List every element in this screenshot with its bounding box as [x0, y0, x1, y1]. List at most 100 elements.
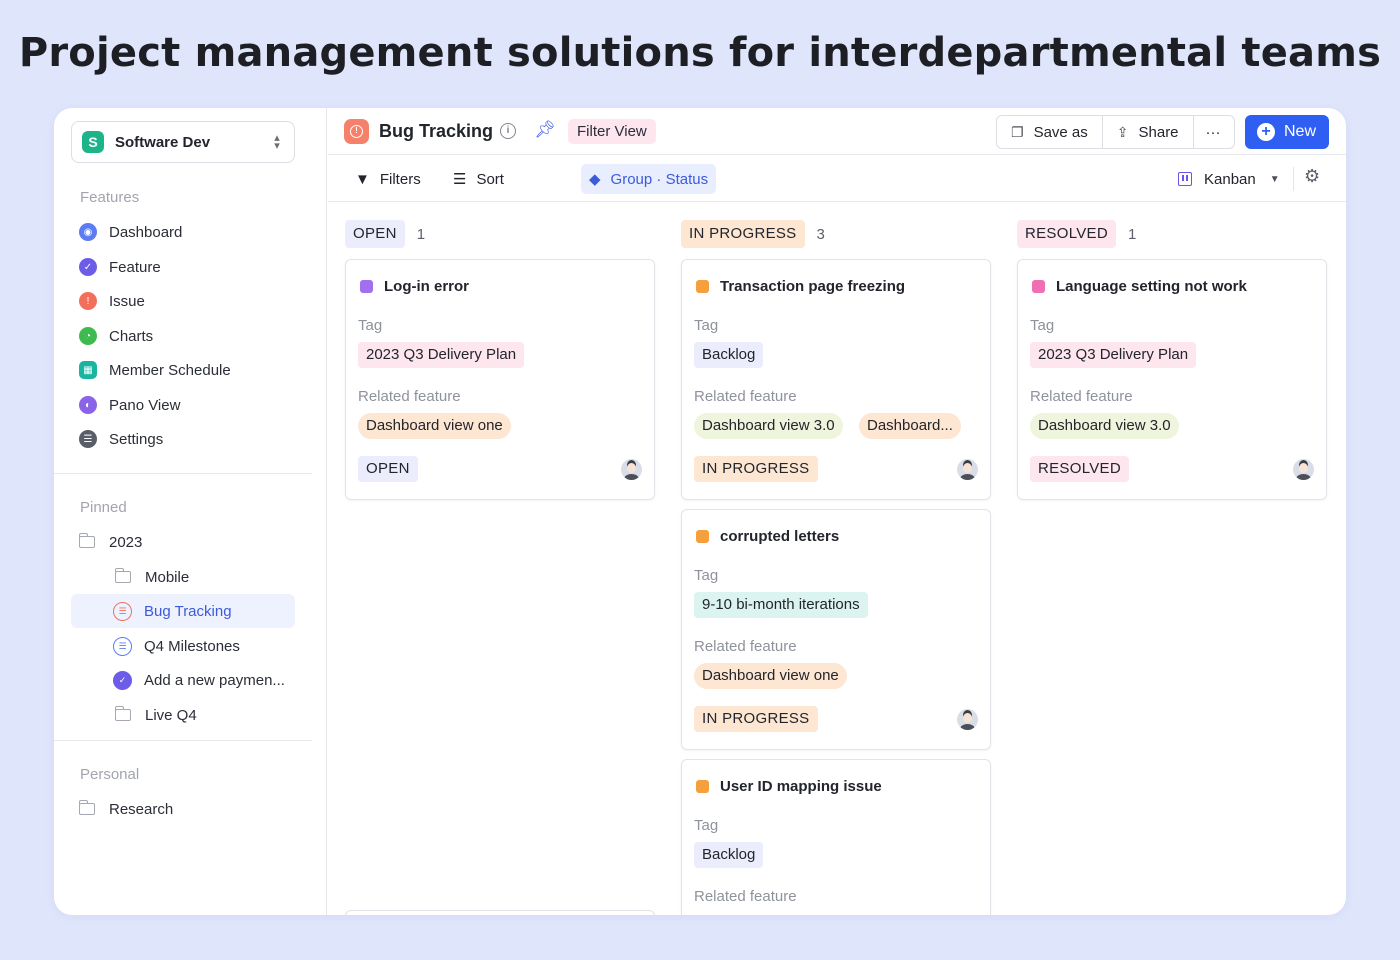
sidebar-folder-research[interactable]: Research: [71, 792, 295, 826]
field-label-tag: Tag: [694, 317, 719, 334]
new-label: New: [1284, 123, 1317, 140]
related-feature-chip[interactable]: Dashboard view 3.0: [694, 413, 843, 439]
filter-view-badge[interactable]: Filter View: [568, 119, 656, 144]
sidebar-item-label: Charts: [109, 327, 154, 345]
sort-icon: ☰: [453, 171, 467, 188]
column-count: 1: [1127, 225, 1137, 243]
schedule-icon: ▦: [79, 361, 97, 379]
tag-chip[interactable]: 9-10 bi-month iterations: [694, 592, 868, 618]
sidebar-folder-mobile[interactable]: Mobile: [89, 560, 295, 594]
new-button[interactable]: + New: [1245, 115, 1329, 149]
pin-icon[interactable]: 📌︎: [534, 120, 556, 140]
field-label-tag: Tag: [694, 817, 719, 834]
sidebar-item-label: Dashboard: [109, 223, 183, 241]
charts-icon: ◔: [79, 327, 97, 345]
kanban-card[interactable]: corrupted letters Tag 9-10 bi-month iter…: [681, 509, 991, 750]
sidebar-item-label: Member Schedule: [109, 361, 231, 379]
plus-icon: +: [1257, 123, 1275, 141]
column-count: 1: [416, 225, 426, 243]
sidebar-item-settings[interactable]: ☰ Settings: [71, 422, 295, 456]
save-as-button[interactable]: ❐ Save as: [997, 116, 1103, 148]
sidebar-item-q4-milestones[interactable]: ☰ Q4 Milestones: [71, 629, 295, 663]
sidebar: S Software Dev ▴ ▾ Features ◉ Dashboard ✓…: [54, 108, 327, 915]
folder-label: Live Q4: [145, 706, 197, 724]
info-icon[interactable]: i: [500, 123, 516, 139]
kanban-card[interactable]: User ID mapping issue Tag Backlog Relate…: [681, 759, 991, 915]
sidebar-item-label: Q4 Milestones: [144, 637, 240, 655]
status-chip[interactable]: OPEN: [358, 456, 418, 482]
tag-chip[interactable]: Backlog: [694, 342, 764, 368]
sidebar-item-add-payment[interactable]: ✓ Add a new paymen...: [71, 663, 295, 697]
gear-icon[interactable]: ⚙: [1304, 166, 1320, 187]
avatar[interactable]: [1293, 459, 1314, 480]
share-button[interactable]: ⇪ Share: [1103, 116, 1194, 148]
feature-icon: ✓: [79, 258, 97, 276]
sidebar-item-label: Bug Tracking: [144, 602, 232, 620]
feature-icon: ✓: [113, 670, 132, 690]
list-icon: ☰: [113, 636, 132, 656]
related-feature-chip[interactable]: Dashboard view 3.0: [1030, 413, 1179, 439]
card-title: Log-in error: [360, 278, 469, 295]
sidebar-item-label: Settings: [109, 430, 164, 448]
dashboard-icon: ◉: [79, 223, 97, 241]
group-label: Group · Status: [610, 170, 709, 188]
sidebar-item-bug-tracking[interactable]: ☰ Bug Tracking: [71, 594, 295, 628]
more-button[interactable]: ···: [1194, 116, 1233, 148]
kanban-card[interactable]: Transaction page freezing Tag Backlog Re…: [681, 259, 991, 500]
workspace-switcher[interactable]: S Software Dev ▴ ▾: [71, 121, 295, 163]
action-button-group: ❐ Save as ⇪ Share ···: [996, 115, 1235, 149]
column-header-in-progress: IN PROGRESS 3: [681, 220, 825, 248]
filters-button[interactable]: ▼ Filters: [347, 164, 429, 194]
avatar[interactable]: [957, 459, 978, 480]
status-chip[interactable]: RESOLVED: [1030, 456, 1129, 482]
view-label: Kanban: [1204, 170, 1256, 188]
tag-chip[interactable]: Backlog: [694, 842, 764, 868]
card-color-dot: [696, 780, 709, 793]
section-label-features: Features: [80, 189, 140, 206]
group-by-button[interactable]: ◆ Group · Status: [581, 164, 717, 194]
status-chip[interactable]: IN PROGRESS: [694, 706, 818, 732]
folder-icon: [78, 533, 95, 548]
view-switcher[interactable]: Kanban ▼: [1178, 164, 1280, 194]
sidebar-item-pano-view[interactable]: ◐ Pano View: [71, 388, 295, 422]
workspace-name: Software Dev: [115, 133, 211, 151]
avatar[interactable]: [621, 459, 642, 480]
sidebar-item-dashboard[interactable]: ◉ Dashboard: [71, 215, 295, 249]
sort-button[interactable]: ☰ Sort: [445, 164, 512, 194]
status-chip[interactable]: IN PROGRESS: [694, 456, 818, 482]
workspace-logo: S: [82, 131, 104, 153]
kanban-card[interactable]: [345, 910, 655, 915]
sidebar-item-label: Feature: [109, 258, 161, 276]
list-icon: ☰: [113, 601, 132, 621]
avatar[interactable]: [957, 709, 978, 730]
sidebar-item-member-schedule[interactable]: ▦ Member Schedule: [71, 353, 295, 387]
field-label-related-feature: Related feature: [694, 638, 797, 655]
sidebar-item-feature[interactable]: ✓ Feature: [71, 250, 295, 284]
issue-icon: !: [79, 292, 97, 310]
related-feature-chip[interactable]: Dashboard...: [859, 413, 961, 439]
sidebar-folder-2023[interactable]: 2023: [71, 525, 295, 559]
folder-label: Research: [109, 800, 174, 818]
tag-chip[interactable]: 2023 Q3 Delivery Plan: [358, 342, 525, 368]
chevron-updown-icon: ▴ ▾: [274, 132, 280, 152]
sidebar-item-issue[interactable]: ! Issue: [71, 284, 295, 318]
column-header-open: OPEN 1: [345, 220, 425, 248]
column-status-tag: RESOLVED: [1017, 220, 1116, 248]
sidebar-item-charts[interactable]: ◔ Charts: [71, 319, 295, 353]
related-feature-chip[interactable]: Dashboard view one: [694, 663, 847, 689]
caret-down-icon: ▼: [1269, 173, 1280, 185]
section-label-personal: Personal: [80, 766, 140, 783]
card-title-text: User ID mapping issue: [720, 778, 882, 795]
page-headline: Project management solutions for interde…: [18, 30, 1382, 76]
main-panel: ! Bug Tracking i 📌︎ Filter View ❐ Save a…: [328, 108, 1346, 915]
tag-chip[interactable]: 2023 Q3 Delivery Plan: [1030, 342, 1197, 368]
filter-icon: ▼: [355, 170, 370, 188]
kanban-card[interactable]: Log-in error Tag 2023 Q3 Delivery Plan R…: [345, 259, 655, 500]
card-title-text: corrupted letters: [720, 528, 840, 545]
sidebar-folder-live-q4[interactable]: Live Q4: [89, 698, 295, 732]
kanban-card[interactable]: Language setting not work Tag 2023 Q3 De…: [1017, 259, 1327, 500]
column-count: 3: [816, 225, 825, 243]
related-feature-chip[interactable]: Dashboard view one: [358, 413, 511, 439]
more-icon: ···: [1205, 123, 1221, 141]
column-status-tag: IN PROGRESS: [681, 220, 805, 248]
